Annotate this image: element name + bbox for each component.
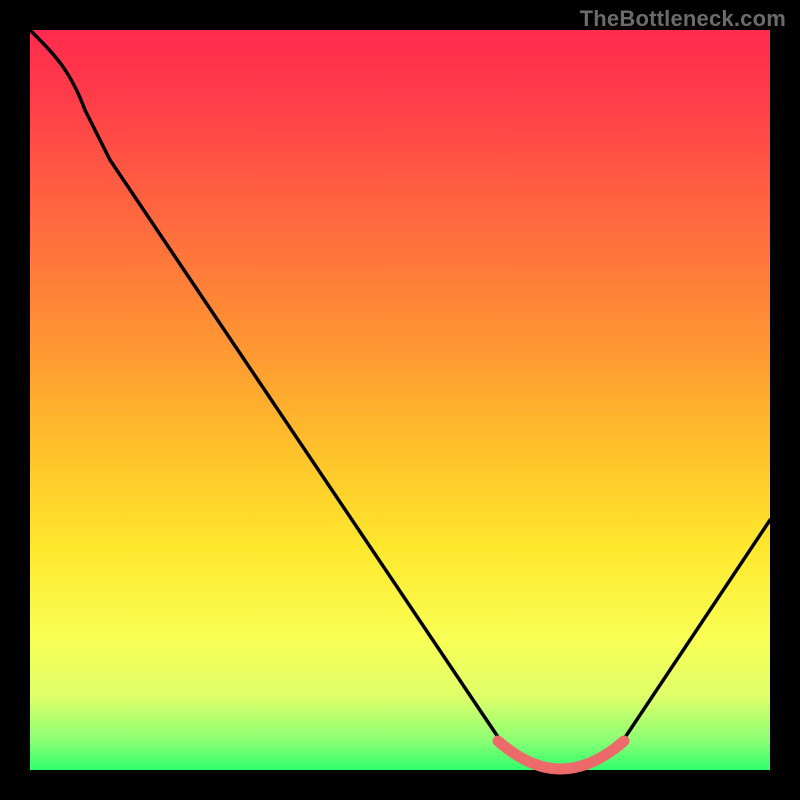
bottleneck-curve (30, 30, 770, 768)
chart-frame: TheBottleneck.com (0, 0, 800, 800)
curve-svg (30, 30, 770, 770)
plot-area (30, 30, 770, 770)
optimal-flat-segment (498, 741, 624, 769)
watermark-text: TheBottleneck.com (580, 6, 786, 32)
